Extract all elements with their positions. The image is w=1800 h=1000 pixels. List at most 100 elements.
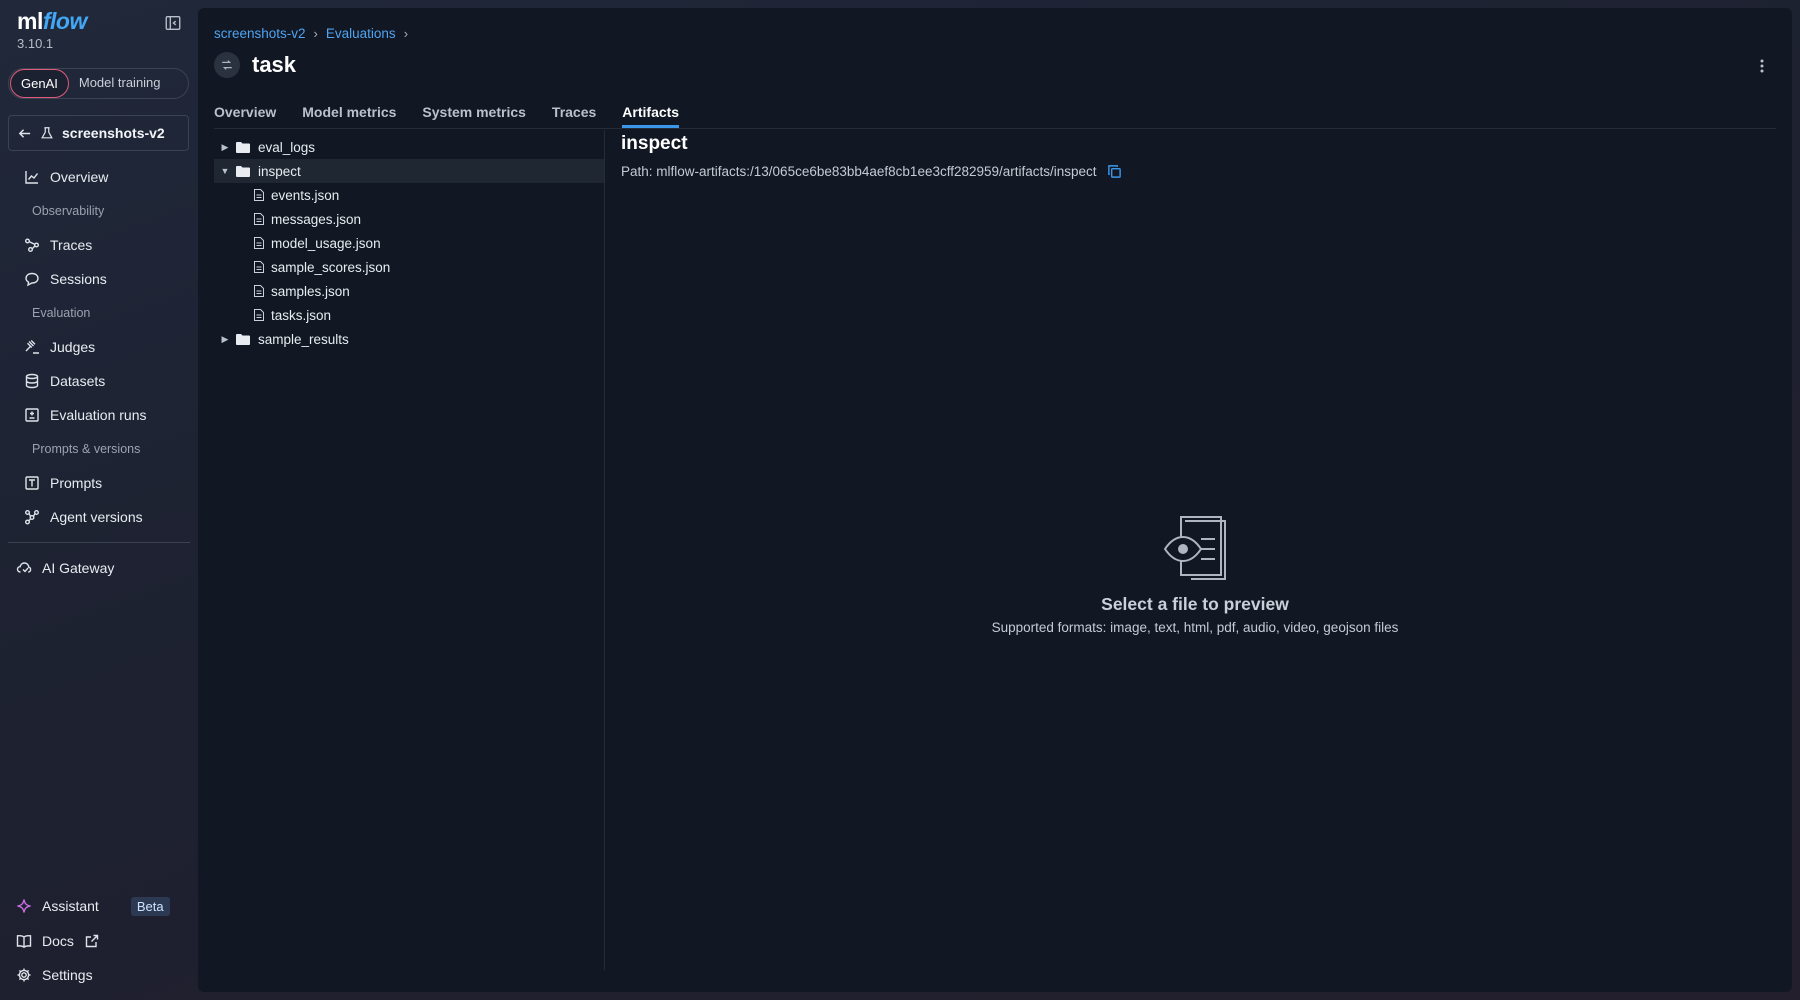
tree-item-label: sample_scores.json (271, 259, 391, 275)
sidebar-item-label: Evaluation runs (50, 407, 147, 423)
sidebar-item-label: Docs (42, 933, 74, 949)
tree-file[interactable]: tasks.json (214, 303, 604, 327)
sidebar-item-sessions[interactable]: Sessions (24, 266, 107, 292)
chat-bubble-icon (25, 272, 39, 287)
breadcrumb: screenshots-v2 › Evaluations › (214, 26, 408, 41)
sidebar-item-datasets[interactable]: Datasets (24, 368, 105, 394)
sidebar-item-label: AI Gateway (42, 560, 115, 576)
folder-icon (236, 165, 250, 177)
file-icon (254, 189, 264, 201)
sidebar-item-settings[interactable]: Settings (16, 962, 93, 988)
mode-model-training[interactable]: Model training (69, 69, 171, 98)
sparkle-icon (17, 899, 31, 913)
mode-genai[interactable]: GenAI (10, 69, 69, 98)
traces-icon (25, 238, 39, 252)
sidebar-item-assistant[interactable]: Assistant Beta (16, 893, 170, 919)
tree-file[interactable]: messages.json (214, 207, 604, 231)
tree-file[interactable]: sample_scores.json (214, 255, 604, 279)
folder-icon (236, 333, 250, 345)
tree-item-label: messages.json (271, 211, 362, 227)
tree-file[interactable]: model_usage.json (214, 231, 604, 255)
sidebar-collapse-icon (165, 16, 181, 30)
nav-section-evaluation: Evaluation (32, 306, 91, 320)
empty-preview-state: Select a file to preview Supported forma… (621, 513, 1769, 635)
breadcrumb-evaluations-link[interactable]: Evaluations (326, 26, 396, 41)
tree-folder-sample-results[interactable]: ▶ sample_results (214, 327, 604, 351)
artifact-tree: ▶ eval_logs ▼ inspect events.json messag… (214, 135, 604, 351)
chevron-right-icon: › (313, 26, 318, 41)
artifact-path: Path: mlflow-artifacts:/13/065ce6be83bb4… (621, 164, 1122, 179)
sidebar-item-prompts[interactable]: Prompts (24, 470, 102, 496)
sidebar-item-ai-gateway[interactable]: AI Gateway (16, 555, 114, 581)
file-icon (254, 309, 264, 321)
nav-section-prompts: Prompts & versions (32, 442, 141, 456)
tab-artifacts[interactable]: Artifacts (622, 104, 680, 128)
experiment-icon (41, 127, 53, 139)
book-icon (16, 934, 32, 949)
tree-folder-eval-logs[interactable]: ▶ eval_logs (214, 135, 604, 159)
tab-traces[interactable]: Traces (552, 104, 596, 128)
sidebar-item-docs[interactable]: Docs (16, 928, 100, 954)
sidebar-divider (8, 542, 190, 543)
preview-title: inspect (621, 133, 688, 154)
empty-state-title: Select a file to preview (1101, 594, 1289, 614)
version-label: 3.10.1 (17, 36, 54, 51)
kebab-menu-icon (1760, 59, 1764, 73)
sidebar-item-evaluation-runs[interactable]: Evaluation runs (24, 402, 147, 428)
sidebar: mlflow 3.10.1 GenAI Model training scree… (0, 0, 198, 1000)
sidebar-item-label: Overview (50, 169, 109, 185)
tree-file[interactable]: samples.json (214, 279, 604, 303)
back-arrow-icon[interactable] (17, 126, 32, 141)
tree-item-label: events.json (271, 187, 340, 203)
sidebar-item-label: Prompts (50, 475, 103, 491)
main-panel: screenshots-v2 › Evaluations › task Over… (198, 8, 1792, 992)
gavel-icon (25, 340, 39, 354)
caret-down-icon[interactable]: ▼ (214, 166, 236, 176)
file-icon (254, 261, 264, 273)
mode-toggle: GenAI Model training (8, 68, 189, 99)
mlflow-logo[interactable]: mlflow (17, 8, 87, 35)
logo-flow: flow (42, 8, 88, 34)
sidebar-collapse-button[interactable] (164, 14, 184, 34)
run-type-icon (214, 52, 240, 78)
caret-right-icon[interactable]: ▶ (214, 142, 236, 153)
sidebar-item-traces[interactable]: Traces (24, 232, 92, 258)
tree-folder-inspect[interactable]: ▼ inspect (214, 159, 604, 183)
nav-section-observability: Observability (32, 204, 105, 218)
panel-splitter[interactable] (604, 130, 605, 970)
caret-right-icon[interactable]: ▶ (214, 334, 236, 345)
tab-overview[interactable]: Overview (214, 104, 276, 128)
sidebar-item-agent-versions[interactable]: Agent versions (24, 504, 143, 530)
sidebar-item-label: Assistant (42, 898, 99, 914)
artifact-path-text: Path: mlflow-artifacts:/13/065ce6be83bb4… (621, 164, 1097, 179)
tree-item-label: model_usage.json (271, 235, 381, 251)
empty-state-subtitle: Supported formats: image, text, html, pd… (991, 620, 1399, 635)
tree-item-label: sample_results (258, 331, 349, 347)
sidebar-item-label: Judges (50, 339, 96, 355)
file-icon (254, 285, 264, 297)
sidebar-item-label: Sessions (50, 271, 107, 287)
page-title: task (252, 52, 297, 77)
file-preview-icon (1163, 516, 1226, 580)
file-icon (254, 237, 264, 249)
experiment-selector[interactable]: screenshots-v2 (8, 115, 189, 151)
file-icon (254, 213, 264, 225)
sidebar-item-label: Agent versions (50, 509, 143, 525)
external-link-icon (85, 934, 99, 948)
more-options-button[interactable] (1752, 56, 1772, 76)
sidebar-item-overview[interactable]: Overview (24, 164, 108, 190)
sidebar-item-label: Settings (42, 967, 93, 983)
prompt-text-icon (25, 476, 39, 490)
evaluation-runs-icon (25, 408, 39, 422)
tree-file[interactable]: events.json (214, 183, 604, 207)
gear-icon (17, 968, 31, 982)
sidebar-item-judges[interactable]: Judges (24, 334, 95, 360)
tab-model-metrics[interactable]: Model metrics (302, 104, 396, 128)
chart-line-icon (25, 171, 39, 184)
breadcrumb-experiment-link[interactable]: screenshots-v2 (214, 26, 306, 41)
gateway-cloud-icon (16, 562, 32, 573)
tree-item-label: inspect (258, 163, 301, 179)
title-row: task (214, 52, 296, 78)
tab-system-metrics[interactable]: System metrics (422, 104, 526, 128)
copy-icon[interactable] (1107, 164, 1122, 179)
